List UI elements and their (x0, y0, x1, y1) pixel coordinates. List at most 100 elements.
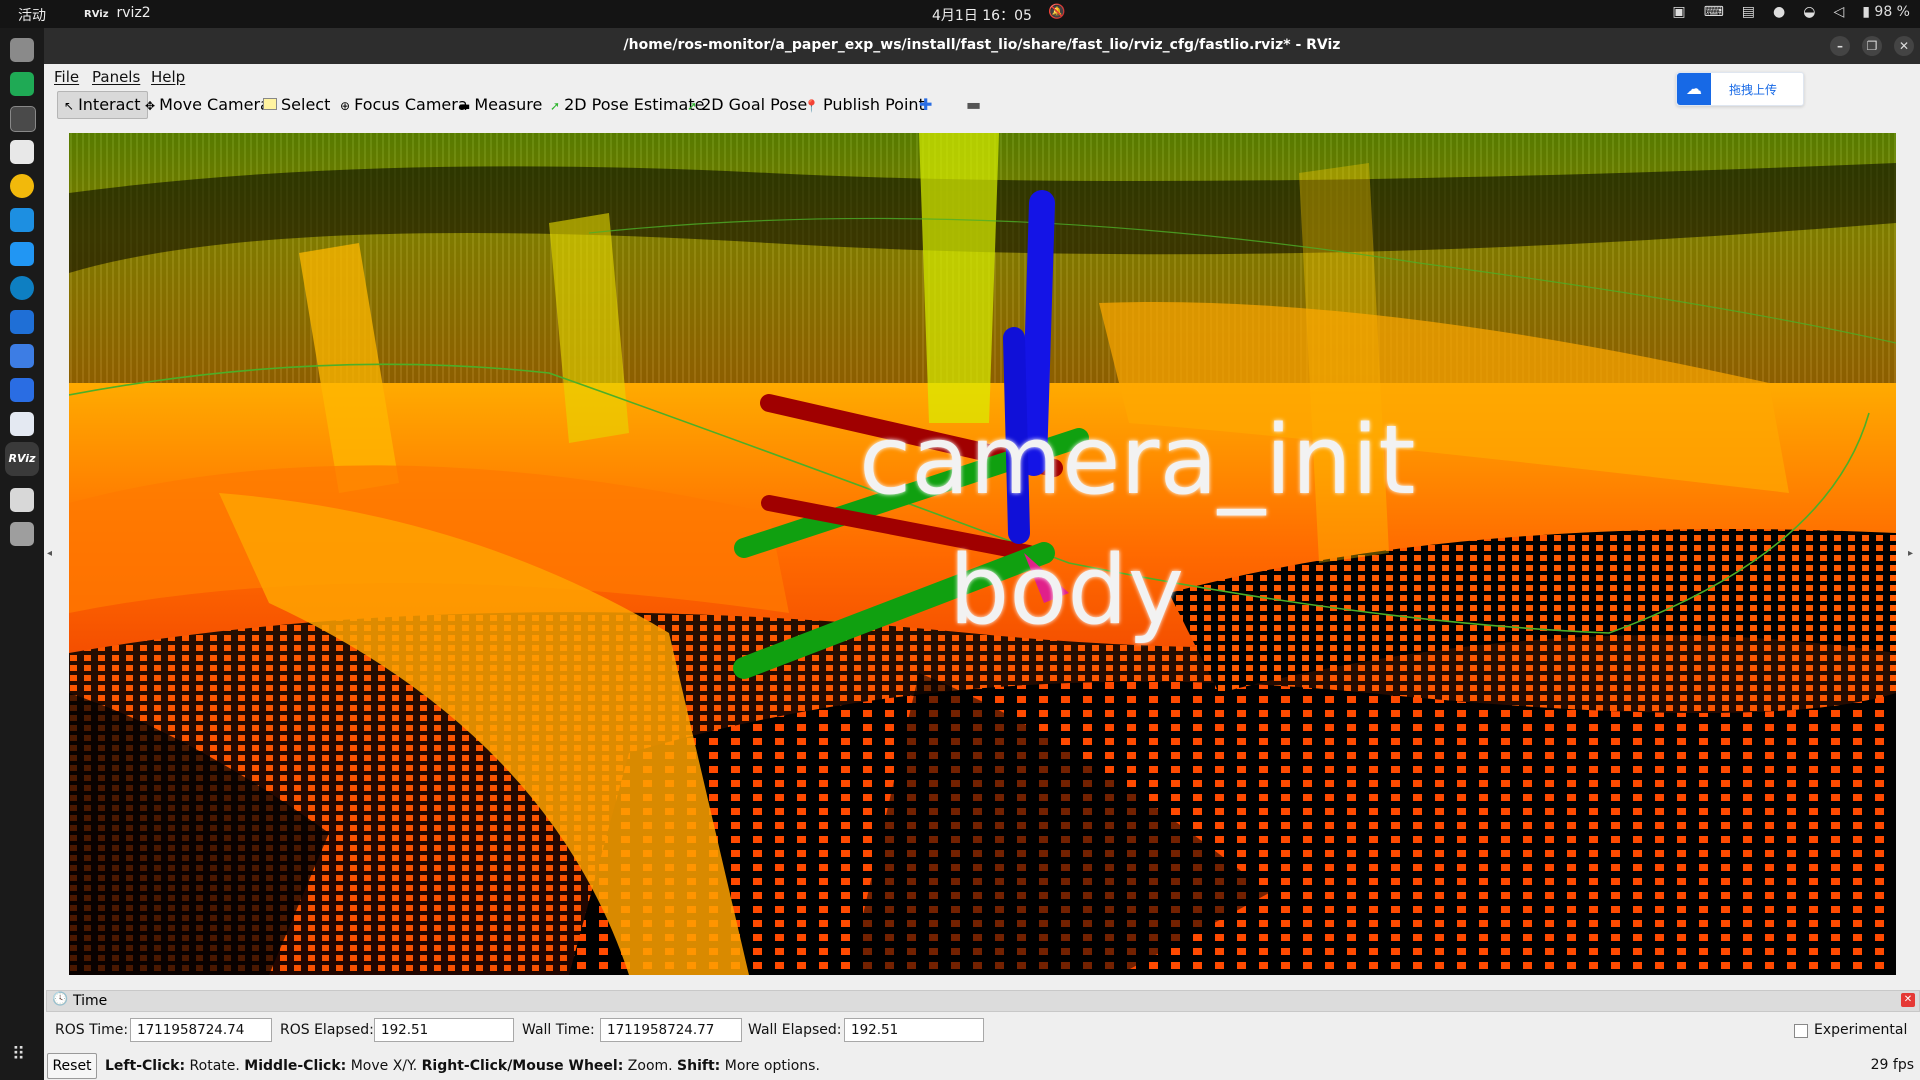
tool-goal-pose-label: 2D Goal Pose (701, 95, 808, 114)
cloud-upload-icon: ☁ (1677, 73, 1711, 105)
baidu-netdisk-icon[interactable] (10, 378, 34, 402)
chrome-icon[interactable] (10, 174, 34, 198)
drag-upload-label: 拖拽上传 (1729, 83, 1778, 97)
menu-file[interactable]: File (54, 68, 79, 86)
rviz-dock-icon[interactable]: RViz (5, 442, 39, 476)
fps-counter: 29 fps (1870, 1057, 1914, 1073)
input-method-icon[interactable]: ⌨ (1704, 4, 1724, 20)
navigation-app-icon[interactable] (10, 276, 34, 300)
cursor-icon: ↖ (64, 99, 75, 113)
ros-time-field[interactable]: 1711958724.74 (130, 1018, 272, 1042)
minimize-button[interactable]: – (1830, 36, 1850, 56)
tool-focus-camera[interactable]: ⊕ Focus Camera (340, 94, 468, 116)
status-hint: Left-Click: Rotate. Middle-Click: Move X… (105, 1058, 820, 1074)
keyboard-icon[interactable]: ▤ (1742, 4, 1755, 20)
volume-muted-icon[interactable]: ◁ (1833, 4, 1844, 20)
tool-move-camera[interactable]: ✥ Move Camera (145, 94, 270, 116)
drive-icon[interactable] (10, 522, 34, 546)
terminal-icon[interactable] (10, 106, 36, 132)
tool-interact[interactable]: ↖ Interact (57, 91, 148, 119)
hint-shift-key: Shift: (677, 1058, 721, 1074)
tool-interact-label: Interact (78, 95, 141, 114)
tool-select[interactable]: Select (263, 94, 330, 116)
mail-icon[interactable] (10, 344, 34, 368)
wall-time-field[interactable]: 1711958724.77 (600, 1018, 742, 1042)
time-panel-header[interactable]: 🕓 Time ✕ (46, 990, 1920, 1012)
system-top-bar: 活动 RViz rviz2 4月1日 16：05 🔕 ▣ ⌨ ▤ ● ◒ ◁ ▮ … (0, 0, 1920, 28)
active-app-indicator[interactable]: RViz rviz2 (84, 5, 151, 21)
hint-middle-click-key: Middle-Click: (244, 1058, 347, 1074)
tool-select-label: Select (281, 95, 331, 114)
show-apps-icon[interactable]: ⠿ (12, 1044, 25, 1065)
collapse-left-icon[interactable]: ◂ (47, 548, 52, 559)
tool-2d-goal-pose[interactable]: ➚ 2D Goal Pose (687, 94, 807, 116)
add-tool-icon[interactable]: ✚ (919, 94, 932, 116)
hint-right-click-desc: Zoom. (627, 1058, 673, 1074)
tool-focus-camera-label: Focus Camera (354, 95, 468, 114)
active-app-name: rviz2 (116, 5, 151, 21)
collapse-right-icon[interactable]: ▸ (1908, 548, 1913, 559)
goal-arrow-icon: ➚ (687, 99, 698, 113)
wall-elapsed-label: Wall Elapsed: (748, 1022, 842, 1038)
activities-button[interactable]: 活动 (18, 5, 46, 25)
drag-upload-widget[interactable]: ☁ 拖拽上传 (1676, 72, 1804, 106)
ros-elapsed-field[interactable]: 192.51 (374, 1018, 514, 1042)
text-editor-icon[interactable] (10, 140, 34, 164)
wall-time-label: Wall Time: (522, 1022, 595, 1038)
move-icon: ✥ (145, 99, 156, 113)
maximize-button[interactable]: ❐ (1862, 36, 1882, 56)
tray-cat-icon[interactable]: ● (1773, 4, 1785, 20)
remote-desktop-icon[interactable] (10, 208, 34, 232)
remove-tool-icon[interactable]: ▬ (966, 94, 981, 116)
rviz-logo-icon: RViz (84, 9, 109, 20)
battery-indicator[interactable]: ▮ 98 % (1862, 4, 1910, 20)
frame-label-body-text: body (949, 536, 1184, 646)
hint-right-click-key: Right-Click/Mouse Wheel: (421, 1058, 624, 1074)
time-panel-title: Time (73, 993, 108, 1009)
wall-elapsed-field[interactable]: 192.51 (844, 1018, 984, 1042)
notifications-muted-icon: 🔕 (1048, 4, 1066, 20)
frame-label-camera-init-text: camera_init (859, 406, 1415, 516)
window-title: /home/ros-monitor/a_paper_exp_ws/install… (623, 37, 1341, 53)
clock[interactable]: 4月1日 16：05 (932, 5, 1032, 25)
tool-move-camera-label: Move Camera (159, 95, 270, 114)
hint-shift-desc: More options. (724, 1058, 820, 1074)
pose-arrow-icon: ➚ (550, 99, 561, 113)
menu-panels[interactable]: Panels (92, 68, 140, 86)
map-pin-icon: 📍 (804, 99, 819, 113)
3d-render-view[interactable]: camera_init camera_init body body (69, 133, 1896, 975)
ros-elapsed-label: ROS Elapsed: (280, 1022, 374, 1038)
point-cloud-scene: camera_init camera_init body body (69, 133, 1896, 975)
battery-icon: ▮ (1862, 4, 1870, 20)
menu-help[interactable]: Help (151, 68, 185, 86)
tool-measure[interactable]: ▬ Measure (459, 94, 542, 116)
battery-percent: 98 % (1874, 4, 1910, 20)
close-button[interactable]: ✕ (1894, 36, 1914, 56)
wifi-icon[interactable]: ◒ (1803, 4, 1815, 20)
select-icon (263, 98, 277, 110)
close-panel-icon[interactable]: ✕ (1901, 993, 1915, 1007)
ruler-icon: ▬ (459, 99, 471, 113)
tray-app-icon[interactable]: ▣ (1672, 4, 1685, 20)
reset-button[interactable]: Reset (47, 1053, 97, 1079)
time-panel: 🕓 Time ✕ ROS Time: 1711958724.74 ROS Ela… (44, 988, 1920, 1080)
hint-left-click-desc: Rotate. (189, 1058, 240, 1074)
menu-bar: File Panels Help (44, 64, 1920, 88)
recycle-bin-icon[interactable] (10, 488, 34, 512)
tool-publish-point[interactable]: 📍 Publish Point (804, 94, 925, 116)
tool-measure-label: Measure (474, 95, 543, 114)
experimental-label: Experimental (1814, 1022, 1908, 1038)
pycharm-icon[interactable] (10, 72, 34, 96)
files-icon[interactable] (10, 38, 34, 62)
notes-icon[interactable] (10, 412, 34, 436)
clock-icon: 🕓 (52, 992, 69, 1007)
system-tray[interactable]: ▣ ⌨ ▤ ● ◒ ◁ ▮ 98 % (1672, 4, 1910, 20)
experimental-checkbox[interactable] (1794, 1024, 1808, 1038)
tool-publish-point-label: Publish Point (822, 95, 925, 114)
tool-2d-pose-estimate[interactable]: ➚ 2D Pose Estimate (550, 94, 704, 116)
window-titlebar[interactable]: /home/ros-monitor/a_paper_exp_ws/install… (44, 28, 1920, 64)
hint-left-click-key: Left-Click: (105, 1058, 186, 1074)
tool-pose-estimate-label: 2D Pose Estimate (564, 95, 705, 114)
vscode-icon[interactable] (10, 310, 34, 334)
feishu-icon[interactable] (10, 242, 34, 266)
